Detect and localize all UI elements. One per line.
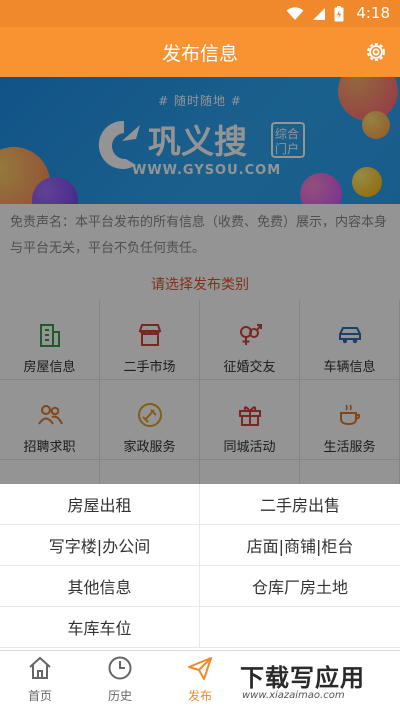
home-icon [29,656,51,679]
status-bar: 4:18 [0,0,400,27]
tab-home[interactable]: 首页 [10,655,70,704]
watermark-url: www.xiazaimao.com [242,690,345,701]
tab-label: 发布 [187,689,212,703]
option-warehouse-land[interactable]: 仓库厂房土地 [200,566,400,607]
clock-icon [108,656,132,680]
option-house-rent[interactable]: 房屋出租 [0,484,200,525]
send-icon [188,657,212,680]
gear-icon[interactable] [364,40,388,64]
wifi-icon [286,7,304,20]
option-shop[interactable]: 店面|商铺|柜台 [200,525,400,566]
status-time: 4:18 [356,4,390,22]
watermark: 下载写应用 www.xiazaimao.com [236,658,396,706]
tab-label: 历史 [107,689,132,703]
watermark-title: 下载写应用 [240,664,365,692]
option-garage[interactable]: 车库车位 [0,607,200,648]
battery-icon [334,6,344,22]
option-empty [200,607,400,648]
tab-publish[interactable]: 发布 [170,655,230,704]
tab-label: 首页 [27,689,52,703]
signal-icon [313,8,325,20]
status-icons [286,6,344,22]
tab-history[interactable]: 历史 [90,655,150,704]
subcategory-sheet: 房屋出租 二手房出售 写字楼|办公间 店面|商铺|柜台 其他信息 仓库厂房土地 … [0,484,400,650]
option-secondhand-house-sale[interactable]: 二手房出售 [200,484,400,525]
app-bar: 发布信息 [0,27,400,77]
option-other[interactable]: 其他信息 [0,566,200,607]
page-title: 发布信息 [161,43,238,65]
option-office[interactable]: 写字楼|办公间 [0,525,200,566]
